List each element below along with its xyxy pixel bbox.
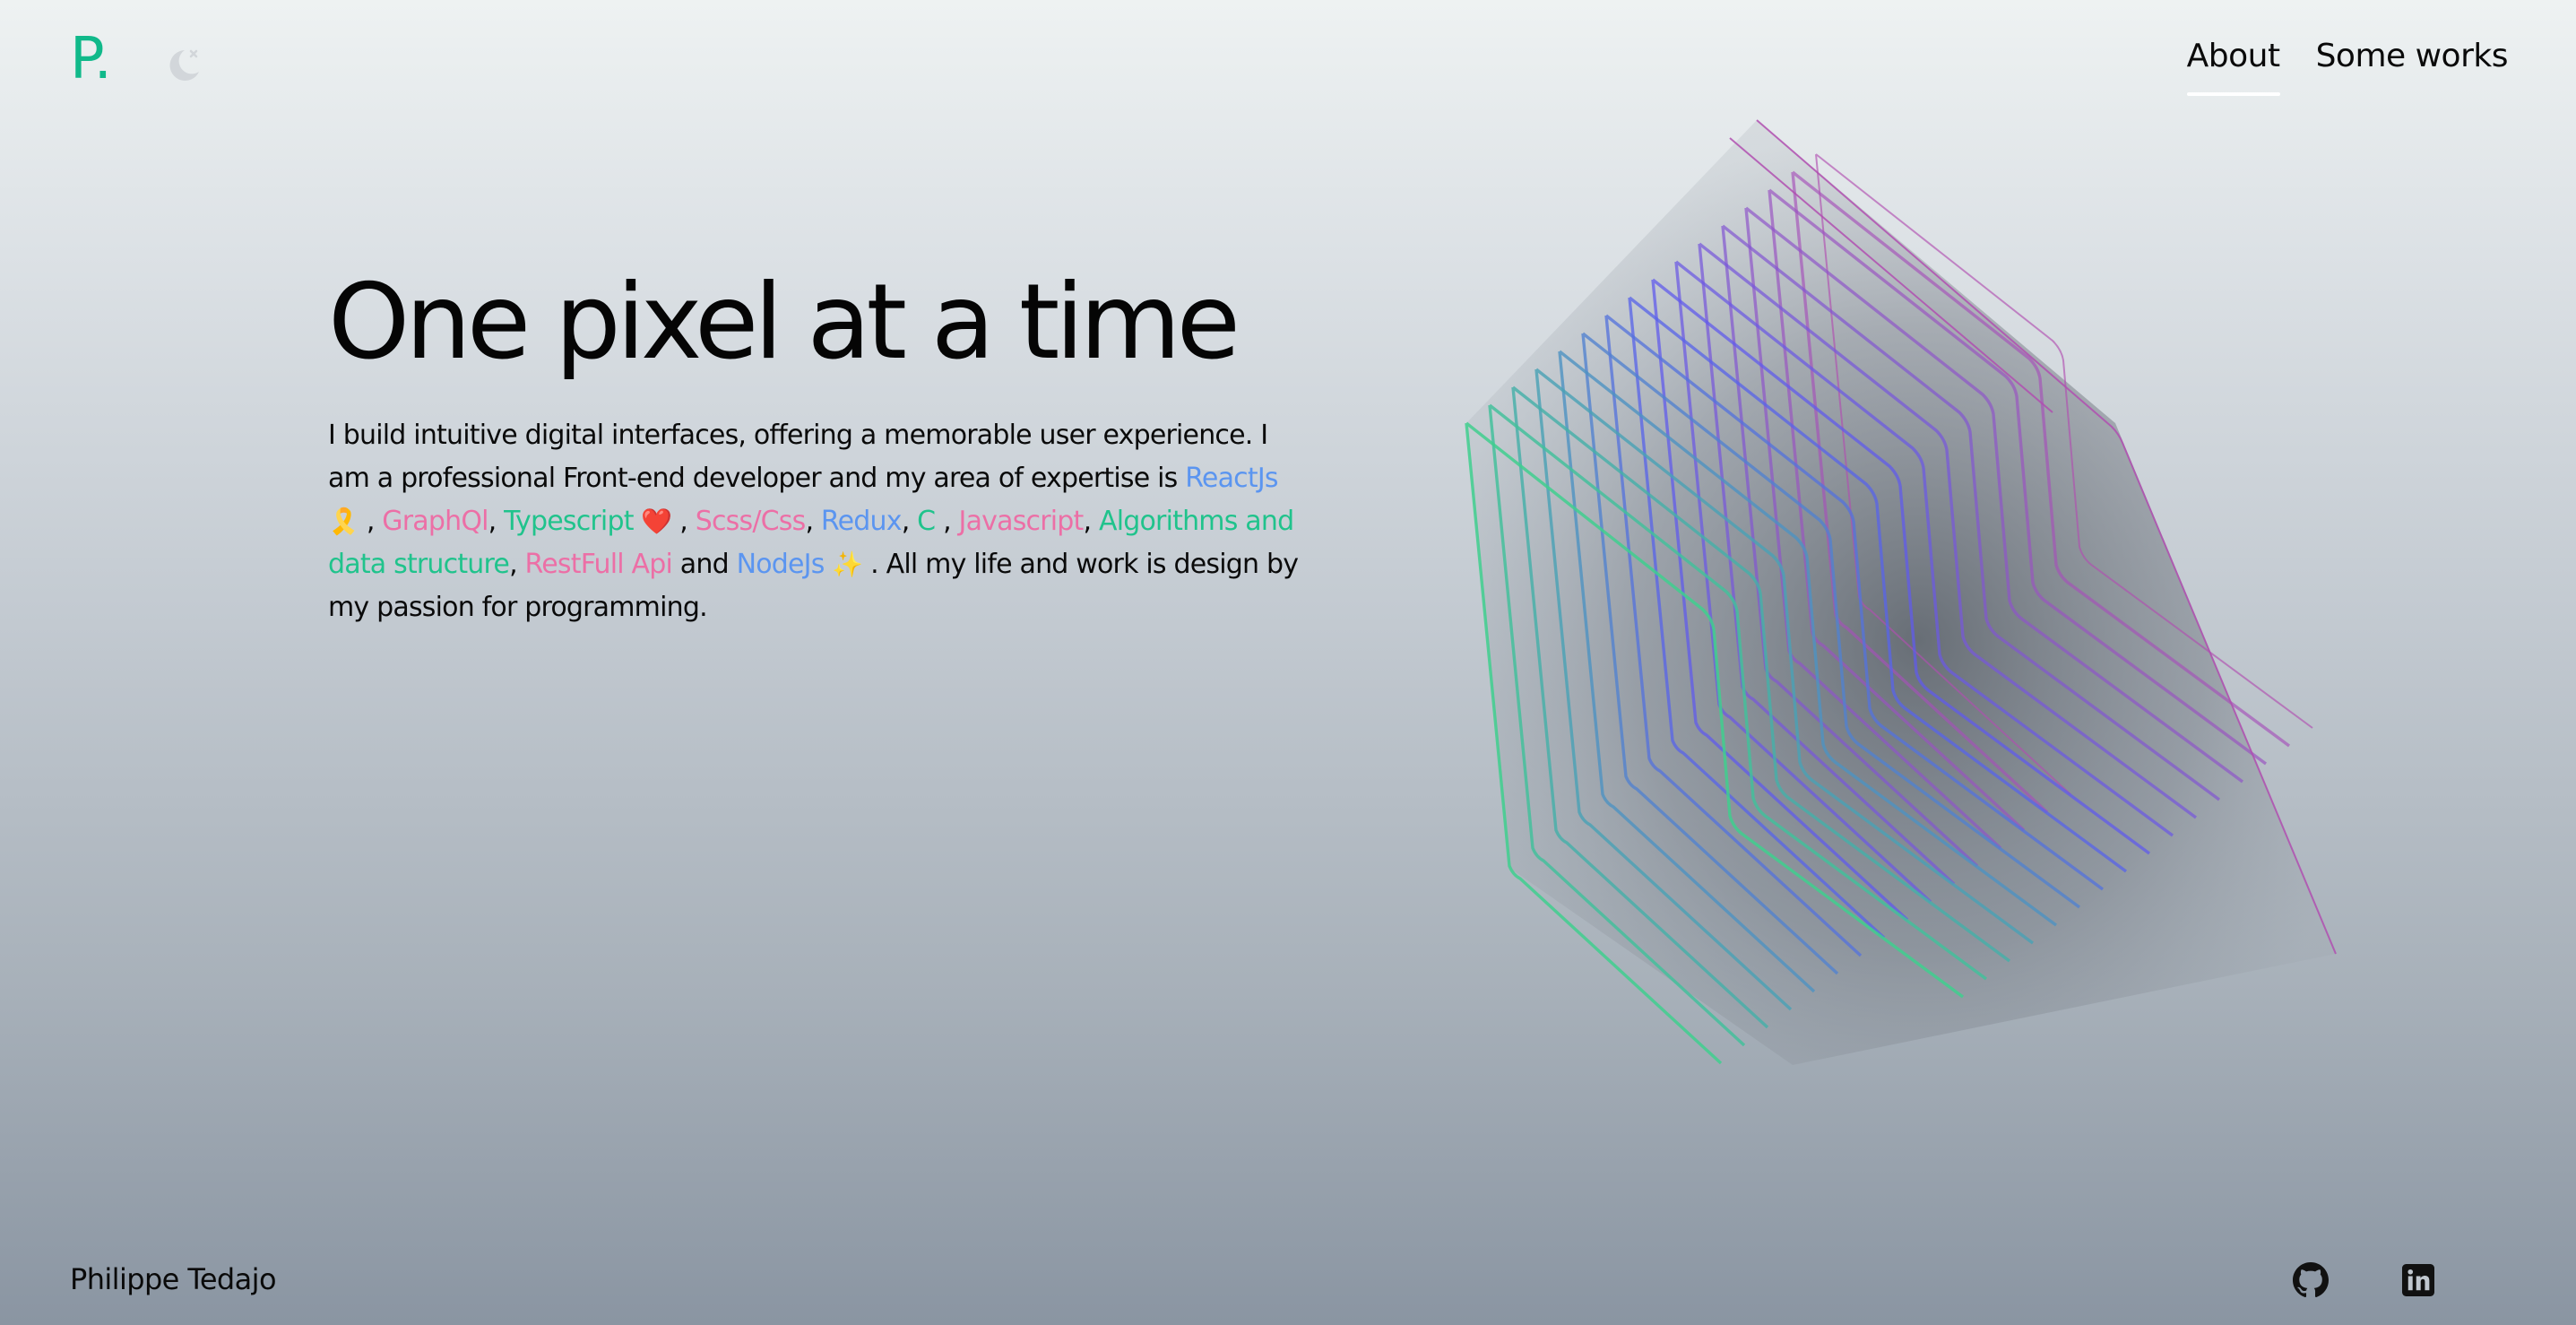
linkedin-icon[interactable] xyxy=(2402,1262,2438,1298)
moon-icon[interactable] xyxy=(163,45,204,86)
skill-javascript: Javascript xyxy=(958,506,1085,537)
footer-author-name: Philippe Tedajo xyxy=(70,1262,277,1296)
logo[interactable]: P. xyxy=(70,30,112,88)
hero-description: I build intuitive digital interfaces, of… xyxy=(328,420,1299,623)
sparkles-emoji: ✨ xyxy=(832,550,863,579)
github-icon[interactable] xyxy=(2293,1262,2329,1298)
layered-cube-graphic xyxy=(1434,108,2366,1094)
ribbon-emoji: 🎗️ xyxy=(328,507,359,536)
skill-graphql: GraphQl xyxy=(382,506,488,537)
heart-emoji: ❤️ xyxy=(641,507,672,536)
skill-scss-css: Scss/Css xyxy=(695,506,807,537)
skill-c: C xyxy=(917,506,936,537)
cube-shadow xyxy=(1466,120,2336,1065)
skill-nodejs: NodeJs xyxy=(736,549,826,580)
skill-typescript: Typescript xyxy=(504,506,634,537)
skill-redux: Redux xyxy=(820,506,903,537)
hero-title: One pixel at a time xyxy=(328,262,1240,383)
nav-link-some-works[interactable]: Some works xyxy=(2316,38,2509,96)
connector-and: and xyxy=(679,549,730,580)
main-nav: About Some works xyxy=(2186,38,2509,96)
nav-link-about[interactable]: About xyxy=(2186,38,2280,96)
hero-intro: I build intuitive digital interfaces, of… xyxy=(328,420,1268,494)
skill-reactjs: ReactJs xyxy=(1185,463,1278,494)
skill-restfull-api: RestFull Api xyxy=(524,549,673,580)
